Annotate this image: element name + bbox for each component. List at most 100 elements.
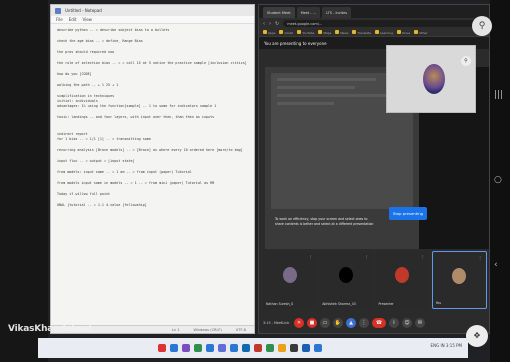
avatar: [452, 268, 467, 284]
notepad-titlebar[interactable]: Untitled - Notepad: [51, 5, 254, 16]
taskbar-app-icon[interactable]: [230, 344, 238, 352]
menu-edit[interactable]: Edit: [69, 17, 77, 22]
watermark: VikasKhandelwal: [8, 324, 92, 334]
avatar: [282, 267, 297, 283]
bookmark-icon: [318, 30, 323, 34]
pin-icon[interactable]: ⚲: [461, 56, 471, 66]
bookmark-icon: [375, 30, 380, 34]
bookmark-item[interactable]: Gmail: [279, 30, 293, 35]
meeting-time: 3:15 - MeetLink: [263, 321, 290, 325]
notepad-title: Untitled - Notepad: [65, 8, 102, 13]
bookmark-item[interactable]: YouTube: [297, 30, 314, 35]
taskbar-app-icon[interactable]: [158, 344, 166, 352]
tile-menu-icon[interactable]: ⋮: [365, 254, 369, 259]
text-line: recurring analysis [Brace models] -- = […: [57, 148, 243, 152]
tile-menu-icon[interactable]: ⋮: [421, 254, 425, 259]
url-field[interactable]: meet.google.com/...: [283, 20, 485, 27]
taskbar-app-icon[interactable]: [254, 344, 262, 352]
participant-name: Nathan Suresh_S: [266, 302, 294, 306]
more-icon[interactable]: ⋮: [359, 318, 369, 328]
tile-menu-icon[interactable]: ⋮: [308, 254, 312, 259]
avatar: [423, 64, 445, 94]
raise-hand-icon[interactable]: ✋: [333, 318, 343, 328]
bookmark-icon: [279, 30, 284, 34]
chat-icon[interactable]: ✉: [415, 318, 425, 328]
menu-file[interactable]: File: [56, 17, 63, 22]
people-icon[interactable]: ☺: [402, 318, 412, 328]
bookmark-item[interactable]: Maps: [318, 30, 331, 35]
tab-label: Meet - ...: [300, 10, 317, 15]
bookmark-icon: [397, 30, 402, 34]
mic-icon[interactable]: ✕: [294, 318, 304, 328]
taskbar-app-icon[interactable]: [170, 344, 178, 352]
participant-tile[interactable]: ⋮ Abhishek Sharma_43: [319, 251, 373, 309]
taskbar-app-icon[interactable]: [194, 344, 202, 352]
taskbar-app-icon[interactable]: [290, 344, 298, 352]
taskbar-app-icon[interactable]: [218, 344, 226, 352]
caption-icon[interactable]: ▭: [320, 318, 330, 328]
home-icon[interactable]: ○: [494, 175, 502, 185]
hangup-icon[interactable]: ☎: [372, 318, 386, 328]
taskbar-app-icon[interactable]: [182, 344, 190, 352]
notepad-icon: [55, 7, 61, 14]
text-line: the role of selection bias -- = = call 1…: [57, 61, 247, 65]
taskbar-app-icon[interactable]: [302, 344, 310, 352]
content-line: [277, 102, 334, 105]
status-line-ending: Windows (CRLF): [193, 327, 222, 332]
notepad-text-area[interactable]: describe python -- = describe subject bi…: [51, 24, 254, 212]
bookmark-label: Other: [419, 31, 428, 35]
taskbar-app-icon[interactable]: [314, 344, 322, 352]
participant-name: Presenter: [378, 302, 394, 306]
taskbar-app-icon[interactable]: [266, 344, 274, 352]
bookmark-icon: [352, 30, 357, 34]
present-icon[interactable]: ▲: [346, 318, 356, 328]
back-nav-icon[interactable]: ‹: [494, 260, 498, 270]
taskbar-app-icon[interactable]: [242, 344, 250, 352]
menu-view[interactable]: View: [82, 17, 92, 22]
taskbar-app-icon[interactable]: [278, 344, 286, 352]
self-video-preview[interactable]: ⚲: [386, 45, 476, 113]
tab-invites[interactable]: LTS - Invites: [322, 7, 352, 18]
forward-icon[interactable]: ›: [269, 21, 271, 27]
bookmark-label: Translate: [357, 31, 372, 35]
content-line: [277, 94, 391, 97]
bookmark-item[interactable]: Learning: [375, 30, 393, 35]
share-warning-line: share contents is better and select at a…: [275, 222, 374, 226]
bookmark-icon: [335, 30, 340, 34]
move-icon[interactable]: ✥: [466, 325, 488, 347]
avatar: [338, 267, 353, 283]
bookmark-item[interactable]: News: [335, 30, 348, 35]
tab-label: LTS - Invites: [326, 10, 348, 15]
info-icon[interactable]: i: [389, 318, 399, 328]
recents-icon[interactable]: |||: [494, 90, 503, 100]
stop-presenting-button[interactable]: Stop presenting: [389, 207, 427, 220]
tile-menu-icon[interactable]: ⋮: [478, 255, 482, 260]
bookmark-item[interactable]: Translate: [352, 30, 371, 35]
content-line: [277, 86, 356, 89]
content-line: [277, 78, 377, 81]
notepad-menubar: File Edit View: [51, 16, 254, 24]
status-position: Ln 1: [171, 327, 180, 332]
camera-icon[interactable]: ■: [307, 318, 317, 328]
bookmark-label: Maps: [323, 31, 332, 35]
back-icon[interactable]: ‹: [263, 21, 265, 27]
bookmark-icon: [414, 30, 419, 34]
pin-top-icon[interactable]: ⚲: [472, 16, 492, 36]
participant-name: Abhishek Sharma_43: [322, 302, 356, 306]
browser-tabbar: Student Meet Meet - ... LTS - Invites: [259, 5, 489, 18]
text-line: UNAL [tutorial -- = 1-1 4-value [fellows…: [57, 203, 147, 207]
bookmark-item[interactable]: Apps: [263, 30, 275, 35]
device-nav-bar: ||| ○ ‹: [490, 0, 510, 362]
tab-meet-2[interactable]: Meet - ...: [296, 7, 321, 18]
bookmark-item[interactable]: Other: [414, 30, 428, 35]
participant-tile[interactable]: ⋮ Presenter: [375, 251, 429, 309]
participant-tile[interactable]: ⋮ Nathan Suresh_S: [263, 251, 317, 309]
notepad-window[interactable]: Untitled - Notepad File Edit View descri…: [50, 4, 255, 334]
participant-tile[interactable]: ⋮ You: [431, 251, 487, 309]
share-warning: To work on efficiency, stop your screen …: [275, 217, 395, 227]
url-text: meet.google.com/...: [287, 21, 323, 26]
taskbar-app-icon[interactable]: [206, 344, 214, 352]
tab-meet[interactable]: Student Meet: [263, 7, 295, 18]
reload-icon[interactable]: ↻: [275, 21, 279, 27]
bookmark-item[interactable]: Drive: [397, 30, 410, 35]
